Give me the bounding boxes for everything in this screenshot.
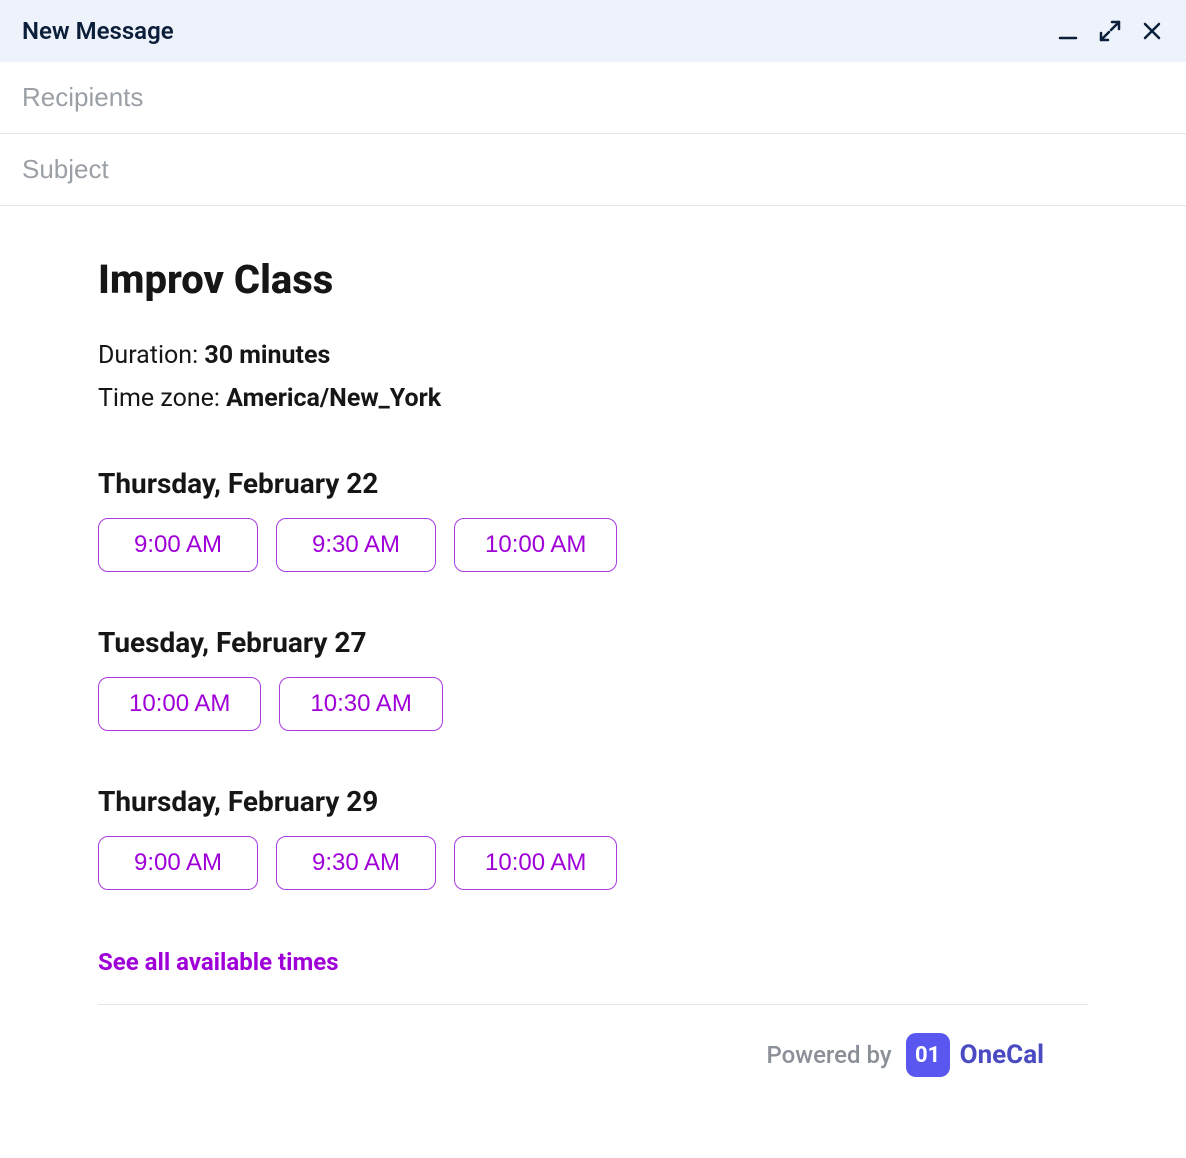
- brand[interactable]: 01 OneCal: [906, 1033, 1044, 1077]
- brand-name: OneCal: [960, 1040, 1044, 1070]
- window-title: New Message: [22, 17, 174, 45]
- time-slot-button[interactable]: 9:30 AM: [276, 518, 436, 572]
- date-group: Tuesday, February 27 10:00 AM 10:30 AM: [98, 626, 1088, 731]
- date-heading: Thursday, February 29: [98, 785, 1088, 818]
- message-body: Improv Class Duration: 30 minutes Time z…: [0, 206, 1186, 1107]
- expand-icon[interactable]: [1098, 19, 1122, 43]
- recipients-row: [0, 62, 1186, 134]
- slot-row: 10:00 AM 10:30 AM: [98, 677, 1088, 731]
- duration-label: Duration:: [98, 341, 204, 370]
- footer: Powered by 01 OneCal: [98, 1004, 1088, 1077]
- timezone-value: America/New_York: [226, 384, 441, 413]
- window-header: New Message: [0, 0, 1186, 62]
- slot-row: 9:00 AM 9:30 AM 10:00 AM: [98, 836, 1088, 890]
- duration-value: 30 minutes: [204, 341, 330, 370]
- minimize-icon[interactable]: [1056, 19, 1080, 43]
- date-heading: Tuesday, February 27: [98, 626, 1088, 659]
- powered-by-label: Powered by: [766, 1041, 891, 1069]
- close-icon[interactable]: [1140, 19, 1164, 43]
- time-slot-button[interactable]: 9:00 AM: [98, 518, 258, 572]
- date-group: Thursday, February 29 9:00 AM 9:30 AM 10:00…: [98, 785, 1088, 890]
- see-all-times-link[interactable]: See all available times: [98, 948, 339, 976]
- subject-input[interactable]: [22, 154, 1164, 185]
- event-title: Improv Class: [98, 256, 1088, 303]
- time-slot-button[interactable]: 9:00 AM: [98, 836, 258, 890]
- time-slot-button[interactable]: 10:00 AM: [454, 836, 617, 890]
- event-timezone: Time zone: America/New_York: [98, 384, 1088, 413]
- date-group: Thursday, February 22 9:00 AM 9:30 AM 10:00…: [98, 467, 1088, 572]
- time-slot-button[interactable]: 10:30 AM: [279, 677, 442, 731]
- time-slot-button[interactable]: 10:00 AM: [98, 677, 261, 731]
- time-slot-button[interactable]: 9:30 AM: [276, 836, 436, 890]
- date-heading: Thursday, February 22: [98, 467, 1088, 500]
- timezone-label: Time zone:: [98, 384, 226, 413]
- event-duration: Duration: 30 minutes: [98, 341, 1088, 370]
- brand-badge-icon: 01: [906, 1033, 950, 1077]
- slot-row: 9:00 AM 9:30 AM 10:00 AM: [98, 518, 1088, 572]
- window-controls: [1056, 19, 1164, 43]
- recipients-input[interactable]: [22, 82, 1164, 113]
- subject-row: [0, 134, 1186, 206]
- time-slot-button[interactable]: 10:00 AM: [454, 518, 617, 572]
